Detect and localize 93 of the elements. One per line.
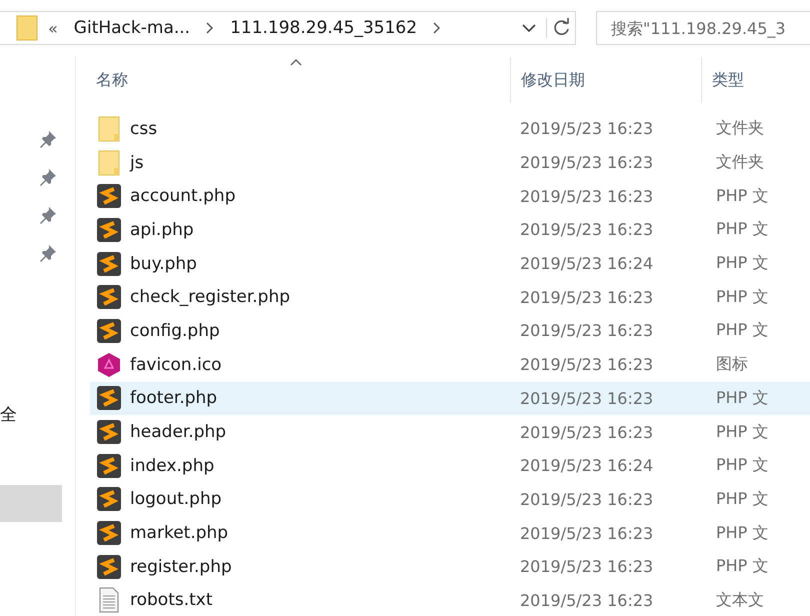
file-name: check_register.php: [130, 287, 290, 308]
file-type: PHP 文: [715, 455, 768, 476]
script-file-icon: [96, 216, 122, 243]
file-row[interactable]: logout.php 2019/5/23 16:23 PHP 文: [90, 482, 810, 516]
file-row[interactable]: register.php 2019/5/23 16:23 PHP 文: [90, 550, 810, 584]
modified-date: 2019/5/23 16:23: [519, 220, 654, 240]
file-row[interactable]: market.php 2019/5/23 16:23 PHP 文: [90, 516, 810, 550]
script-file-icon: [96, 419, 122, 446]
file-name: config.php: [130, 320, 220, 341]
modified-date: 2019/5/23 16:23: [519, 119, 654, 138]
modified-date: 2019/5/23 16:23: [519, 490, 654, 509]
chevron-right-icon[interactable]: [433, 22, 442, 34]
file-row[interactable]: index.php 2019/5/23 16:24 PHP 文: [90, 448, 810, 483]
file-name: header.php: [130, 422, 226, 442]
file-name: js: [130, 152, 144, 173]
column-header[interactable]: 类型: [702, 57, 744, 103]
file-name: register.php: [130, 556, 232, 577]
column-header[interactable]: 名称: [90, 57, 511, 103]
modified-date: 2019/5/23 16:23: [519, 153, 654, 172]
refresh-icon[interactable]: [546, 18, 571, 38]
script-file-icon: [96, 284, 122, 310]
pin-icon[interactable]: [39, 206, 57, 224]
file-type: PHP 文: [715, 320, 768, 342]
file-type: PHP 文: [715, 522, 768, 544]
folder-icon: [16, 15, 38, 41]
file-type: PHP 文: [715, 286, 768, 308]
modified-date: 2019/5/23 16:23: [519, 590, 654, 610]
file-row[interactable]: account.php 2019/5/23 16:23 PHP 文: [90, 179, 810, 214]
file-row[interactable]: robots.txt 2019/5/23 16:23 文本文: [90, 584, 810, 616]
modified-date: 2019/5/23 16:23: [519, 321, 654, 340]
pin-icon[interactable]: [39, 244, 57, 262]
file-row[interactable]: js 2019/5/23 16:23 文件夹: [90, 146, 810, 180]
pin-icon[interactable]: [39, 130, 57, 148]
address-bar[interactable]: « GitHack-ma... 111.198.29.45_35162: [0, 11, 576, 45]
script-file-icon: [96, 554, 122, 580]
dropdown-icon[interactable]: [522, 23, 536, 33]
modified-date: 2019/5/23 16:23: [519, 422, 654, 442]
script-file-icon: [96, 520, 122, 546]
modified-date: 2019/5/23 16:23: [519, 557, 654, 576]
file-type: 文件夹: [715, 118, 764, 140]
breadcrumb[interactable]: GitHack-ma...: [68, 18, 196, 38]
pin-icon[interactable]: [39, 168, 57, 186]
sort-up-icon[interactable]: [290, 58, 302, 66]
script-file-icon: [96, 183, 122, 210]
column-header[interactable]: 修改日期: [511, 57, 702, 103]
sidebar-item[interactable]: 全: [0, 396, 62, 433]
script-file-icon: [96, 250, 122, 277]
file-name: logout.php: [130, 489, 222, 510]
file-type: PHP 文: [715, 186, 768, 207]
folder-icon: [96, 150, 122, 176]
script-file-icon: [96, 318, 122, 344]
file-row[interactable]: header.php 2019/5/23 16:23 PHP 文: [90, 415, 810, 449]
overflow-chevron[interactable]: «: [48, 18, 58, 38]
file-row[interactable]: footer.php 2019/5/23 16:23 PHP 文: [90, 382, 810, 416]
file-name: account.php: [130, 186, 236, 206]
file-name: index.php: [130, 456, 214, 476]
image-file-icon: [96, 352, 122, 378]
file-row[interactable]: css 2019/5/23 16:23 文件夹: [90, 112, 810, 146]
modified-date: 2019/5/23 16:23: [519, 524, 654, 543]
breadcrumb[interactable]: 111.198.29.45_35162: [224, 18, 424, 38]
file-type: 文本文: [715, 590, 764, 611]
file-type: PHP 文: [715, 488, 768, 510]
file-type: PHP 文: [715, 388, 768, 409]
file-name: buy.php: [130, 254, 197, 274]
modified-date: 2019/5/23 16:23: [519, 355, 654, 374]
search-field[interactable]: 搜索"111.198.29.45_3: [596, 11, 810, 45]
file-type: PHP 文: [715, 422, 768, 443]
folder-icon: [96, 116, 122, 142]
file-name: favicon.ico: [130, 354, 222, 375]
modified-date: 2019/5/23 16:23: [519, 288, 654, 307]
modified-date: 2019/5/23 16:23: [519, 186, 654, 206]
script-file-icon: [96, 452, 122, 479]
file-row[interactable]: api.php 2019/5/23 16:23 PHP 文: [90, 213, 810, 247]
modified-date: 2019/5/23 16:24: [519, 254, 654, 274]
chevron-right-icon[interactable]: [206, 22, 214, 34]
script-file-icon: [96, 385, 122, 412]
file-type: PHP 文: [715, 219, 768, 240]
file-row[interactable]: check_register.php 2019/5/23 16:23 PHP 文: [90, 280, 810, 314]
file-name: footer.php: [130, 388, 218, 408]
file-row[interactable]: favicon.ico 2019/5/23 16:23 图标: [90, 348, 810, 382]
file-row[interactable]: config.php 2019/5/23 16:23 PHP 文: [90, 314, 810, 348]
file-type: PHP 文: [715, 253, 768, 274]
file-type: PHP 文: [715, 556, 768, 578]
file-name: robots.txt: [130, 590, 213, 610]
file-name: css: [130, 118, 158, 139]
file-type: 文件夹: [715, 152, 764, 174]
file-name: market.php: [130, 523, 228, 544]
modified-date: 2019/5/23 16:23: [519, 388, 654, 408]
file-name: api.php: [130, 220, 194, 240]
file-type: 图标: [715, 354, 748, 376]
script-file-icon: [96, 486, 122, 512]
modified-date: 2019/5/23 16:24: [519, 456, 654, 476]
file-row[interactable]: buy.php 2019/5/23 16:24 PHP 文: [90, 246, 810, 280]
